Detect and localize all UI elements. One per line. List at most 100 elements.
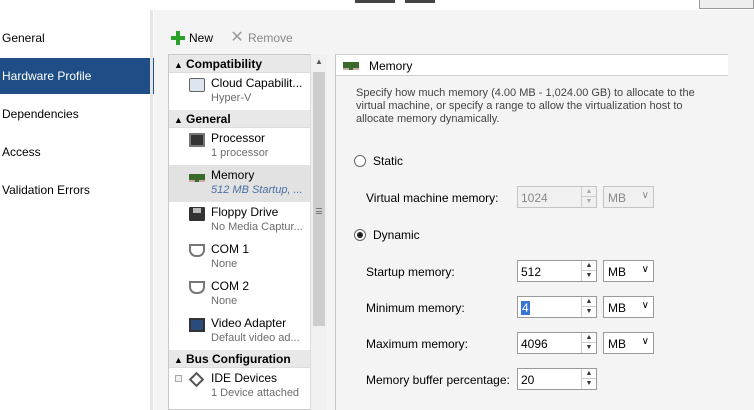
hardware-item-floppy-drive[interactable]: Floppy Drive No Media Captur... — [169, 202, 326, 239]
collapse-caret-icon[interactable]: ▲ — [174, 111, 186, 129]
expand-icon[interactable] — [175, 375, 182, 382]
memory-buffer-label: Memory buffer percentage: — [366, 373, 510, 387]
hardware-item-name: Memory — [211, 168, 255, 182]
hardware-list: ▲ Compatibility Cloud Capabilit... Hyper-… — [168, 54, 327, 410]
new-button[interactable]: New — [170, 30, 213, 46]
nav-item-validation-errors[interactable]: Validation Errors — [0, 172, 154, 208]
hardware-toolbar: New ✕ Remove — [170, 28, 309, 48]
unit-value: MB — [608, 265, 626, 279]
hardware-item-sub: Hyper-V — [211, 92, 252, 104]
group-header-compatibility[interactable]: ▲ Compatibility — [169, 55, 326, 73]
panel-title: Memory — [369, 59, 413, 73]
hardware-item-name: COM 2 — [211, 279, 250, 293]
chevron-down-icon: ∨ — [641, 336, 649, 347]
memory-buffer-spinner[interactable]: 20 ▲ ▼ — [517, 368, 597, 390]
spin-down-icon[interactable]: ▼ — [581, 343, 596, 353]
hardware-list-scrollbar[interactable]: ▲ — [310, 54, 327, 410]
startup-memory-spinner[interactable]: 512 ▲ ▼ — [517, 260, 597, 282]
window-titlebar — [0, 0, 754, 10]
hardware-item-sub: None — [211, 295, 238, 307]
minimum-memory-value[interactable]: 4 — [521, 301, 530, 315]
startup-memory-label: Startup memory: — [366, 265, 455, 279]
hardware-item-com1[interactable]: COM 1 None — [169, 239, 326, 276]
hardware-item-memory[interactable]: Memory 512 MB Startup, ... — [169, 165, 326, 202]
dynamic-label: Dynamic — [373, 228, 420, 242]
radio-button-off[interactable] — [354, 155, 366, 167]
ide-icon — [188, 371, 205, 388]
hardware-item-video-adapter[interactable]: Video Adapter Default video ad... — [169, 313, 326, 350]
memory-settings-panel: Memory Specify how much memory (4.00 MB … — [335, 54, 728, 410]
cloud-icon — [189, 78, 205, 92]
processor-icon — [189, 133, 205, 147]
spin-up-icon[interactable]: ▲ — [581, 297, 596, 307]
nav-item-hardware-profile[interactable]: Hardware Profile — [0, 58, 162, 94]
scroll-up-arrow-icon[interactable]: ▲ — [312, 55, 326, 69]
maximum-unit-select[interactable]: MB ∨ — [603, 332, 654, 354]
scroll-thumb[interactable] — [313, 72, 325, 326]
vm-memory-unit-select[interactable]: MB ∨ — [603, 186, 654, 208]
memory-description: Specify how much memory (4.00 MB - 1,024… — [356, 87, 695, 125]
unit-value: MB — [608, 301, 626, 315]
spin-up-icon[interactable]: ▲ — [581, 187, 596, 197]
maximum-memory-label: Maximum memory: — [366, 337, 469, 351]
window-close-button[interactable] — [699, 0, 754, 9]
title-fragment — [405, 0, 435, 3]
spin-down-icon[interactable]: ▼ — [581, 197, 596, 207]
floppy-icon — [189, 207, 205, 221]
spin-up-icon[interactable]: ▲ — [581, 333, 596, 343]
unit-value: MB — [608, 337, 626, 351]
group-header-general[interactable]: ▲ General — [169, 110, 326, 128]
spin-up-icon[interactable]: ▲ — [581, 261, 596, 271]
new-button-label: New — [189, 31, 214, 45]
hardware-item-name: Floppy Drive — [211, 205, 279, 219]
memory-icon — [343, 62, 359, 70]
hardware-item-sub: Default video ad... — [211, 332, 300, 344]
chevron-down-icon: ∨ — [641, 300, 649, 311]
memory-buffer-value: 20 — [521, 373, 535, 387]
nav-item-access[interactable]: Access — [0, 134, 154, 170]
hardware-item-name: Video Adapter — [211, 316, 287, 330]
hardware-item-com2[interactable]: COM 2 None — [169, 276, 326, 313]
minimum-unit-select[interactable]: MB ∨ — [603, 296, 654, 318]
dynamic-radio[interactable]: Dynamic — [354, 228, 420, 242]
hardware-item-sub: No Media Captur... — [211, 221, 303, 233]
spin-down-icon[interactable]: ▼ — [581, 379, 596, 389]
collapse-caret-icon[interactable]: ▲ — [174, 56, 186, 74]
hardware-item-sub: 1 Device attached — [211, 387, 300, 399]
vm-memory-spinner[interactable]: 1024 ▲ ▼ — [517, 186, 597, 208]
nav-item-general[interactable]: General — [0, 20, 154, 56]
group-label: Compatibility — [186, 57, 263, 71]
nav-divider — [150, 10, 153, 410]
startup-unit-select[interactable]: MB ∨ — [603, 260, 654, 282]
hardware-item-processor[interactable]: Processor 1 processor — [169, 128, 326, 165]
minimum-memory-spinner[interactable]: 4 ▲ ▼ — [517, 296, 597, 318]
nav-item-dependencies[interactable]: Dependencies — [0, 96, 154, 132]
hardware-item-ide-devices[interactable]: IDE Devices 1 Device attached — [169, 368, 326, 405]
group-header-bus-configuration[interactable]: ▲ Bus Configuration — [169, 350, 326, 368]
radio-button-on[interactable] — [354, 229, 366, 241]
collapse-caret-icon[interactable]: ▲ — [174, 351, 186, 369]
unit-value: MB — [608, 191, 626, 205]
com-port-icon — [189, 244, 205, 257]
hardware-item-name: Cloud Capabilit... — [211, 76, 303, 90]
startup-memory-value: 512 — [521, 265, 542, 279]
hardware-item-cloud-capability[interactable]: Cloud Capabilit... Hyper-V — [169, 73, 326, 110]
maximum-memory-spinner[interactable]: 4096 ▲ ▼ — [517, 332, 597, 354]
spin-up-icon[interactable]: ▲ — [581, 369, 596, 379]
remove-button[interactable]: ✕ Remove — [229, 30, 292, 46]
static-label: Static — [373, 154, 404, 168]
minimum-memory-label: Minimum memory: — [366, 301, 465, 315]
group-label: General — [186, 112, 231, 126]
vm-memory-value: 1024 — [521, 191, 548, 205]
chevron-down-icon: ∨ — [641, 190, 649, 201]
hardware-item-name: COM 1 — [211, 242, 250, 256]
hardware-profile-content: New ✕ Remove ▲ Compatibility Cloud Capabi… — [154, 10, 754, 410]
vm-memory-label: Virtual machine memory: — [366, 191, 499, 205]
static-radio[interactable]: Static — [354, 154, 403, 168]
hardware-item-name: IDE Devices — [211, 371, 278, 385]
plus-icon — [170, 30, 186, 46]
spin-down-icon[interactable]: ▼ — [581, 271, 596, 281]
group-label: Bus Configuration — [186, 352, 291, 366]
spin-down-icon[interactable]: ▼ — [581, 307, 596, 317]
scroll-grip-icon — [316, 208, 322, 214]
